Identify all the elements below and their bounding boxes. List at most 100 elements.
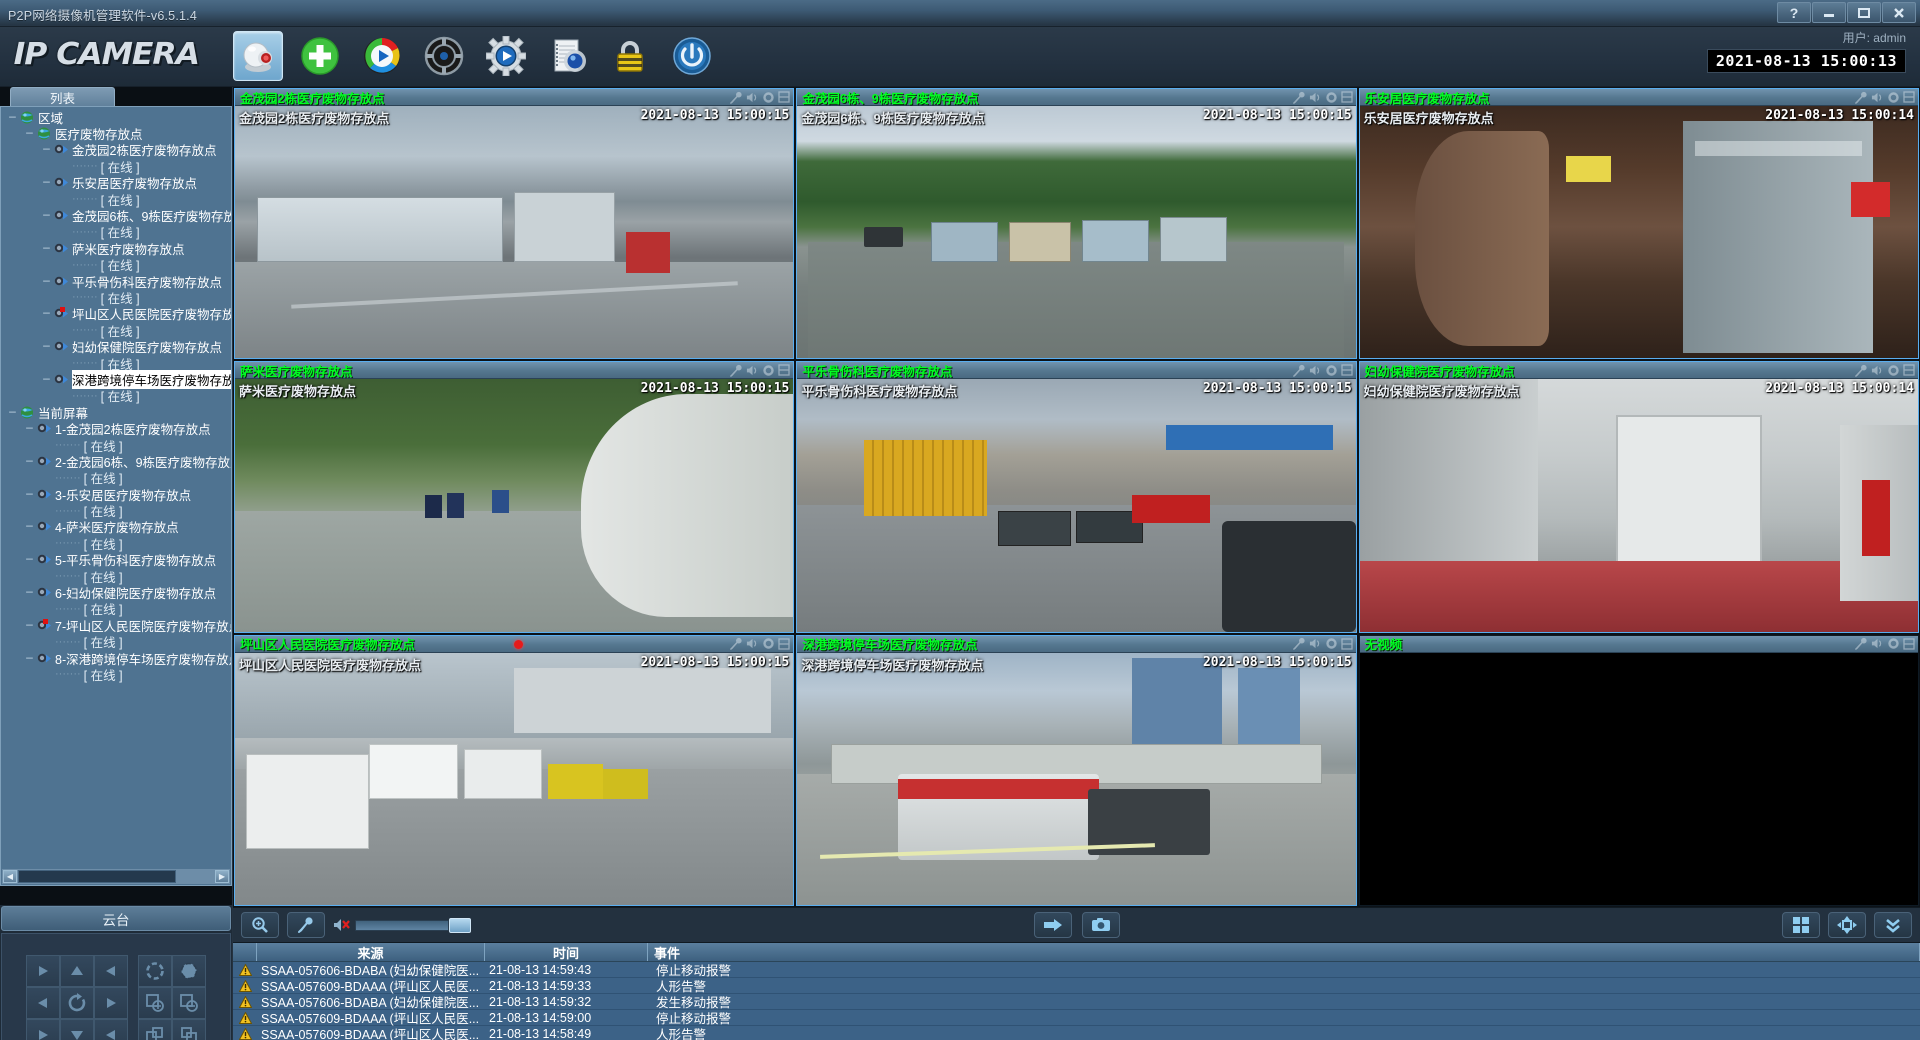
volume-slider[interactable] (333, 917, 471, 933)
video-cell-body[interactable]: 深港跨境停车场医疗废物存放点2021-08-13 15:00:15 (797, 653, 1355, 905)
ptz-up-right-button[interactable] (94, 955, 128, 987)
tree-expander-icon[interactable]: – (41, 177, 52, 188)
ptz-left-button[interactable] (26, 987, 60, 1019)
video-cell-icons[interactable] (1293, 91, 1353, 104)
tree-expander-icon[interactable]: – (41, 144, 52, 155)
collapse-down-button[interactable] (1874, 912, 1912, 938)
video-cell-body[interactable]: 平乐骨伤科医疗废物存放点2021-08-13 15:00:15 (797, 379, 1355, 631)
ptz-header[interactable]: 云台 (1, 906, 231, 931)
video-cell-body[interactable]: 乐安居医疗废物存放点2021-08-13 15:00:14 (1360, 106, 1918, 358)
tree-expander-icon[interactable]: – (24, 128, 35, 139)
tree-expander-icon[interactable]: – (24, 620, 35, 631)
tree-node[interactable]: –6-妇幼保健院医疗废物存放点 (1, 584, 232, 600)
tree-node[interactable]: –坪山区人民医院医疗废物存放点 (1, 306, 232, 322)
tree-node[interactable]: –3-乐安居医疗废物存放点 (1, 486, 232, 502)
focus-near-button[interactable] (138, 1019, 172, 1040)
tree-node[interactable]: –7-坪山区人民医院医疗废物存放点 (1, 617, 232, 633)
ptz-up-left-button[interactable] (26, 955, 60, 987)
event-col-event[interactable]: 事件 (648, 943, 1920, 961)
tree-expander-icon[interactable]: – (24, 456, 35, 467)
tree-expander-icon[interactable]: – (24, 423, 35, 434)
tree-expander-icon[interactable]: – (24, 489, 35, 500)
grid-layout-button[interactable] (1782, 912, 1820, 938)
tree-expander-icon[interactable]: – (24, 653, 35, 664)
maximize-button[interactable] (1847, 2, 1881, 23)
fullscreen-button[interactable] (1828, 912, 1866, 938)
ptz-down-right-button[interactable] (94, 1019, 128, 1040)
iris-open-button[interactable] (138, 955, 172, 987)
tree-node[interactable]: –医疗废物存放点 (1, 125, 232, 141)
tree-expander-icon[interactable]: – (7, 407, 18, 418)
focus-far-button[interactable] (172, 1019, 206, 1040)
video-cell-icons[interactable] (730, 91, 790, 104)
video-cell-icons[interactable] (1855, 637, 1915, 650)
zoom-out-button[interactable] (172, 987, 206, 1019)
tree-node[interactable]: –2-金茂园6栋、9栋医疗废物存放点 (1, 453, 232, 469)
video-cell[interactable]: 金茂园6栋、9栋医疗废物存放点2021-08-13 15:00:15金茂园6栋、… (796, 88, 1356, 359)
toolbar-add-button[interactable] (295, 31, 345, 81)
video-cell-icons[interactable] (1855, 364, 1915, 377)
record-button[interactable] (1034, 912, 1072, 938)
video-cell-icons[interactable] (730, 364, 790, 377)
minimize-button[interactable] (1812, 2, 1846, 23)
tree-node[interactable]: –5-平乐骨伤科医疗废物存放点 (1, 552, 232, 568)
toolbar-logs-button[interactable] (543, 31, 593, 81)
tree-expander-icon[interactable]: – (24, 521, 35, 532)
tree-node[interactable]: –4-萨米医疗废物存放点 (1, 519, 232, 535)
tree-node[interactable]: –萨米医疗废物存放点 (1, 240, 232, 256)
video-cell-icons[interactable] (1293, 364, 1353, 377)
tree-expander-icon[interactable]: – (41, 341, 52, 352)
event-col-source[interactable]: 来源 (257, 943, 485, 961)
tree-expander-icon[interactable]: – (41, 276, 52, 287)
volume-track[interactable] (355, 920, 449, 931)
video-cell-body[interactable]: 坪山区人民医院医疗废物存放点2021-08-13 15:00:15 (235, 653, 793, 905)
tree-horizontal-scrollbar[interactable]: ◀ ▶ (2, 869, 230, 884)
table-row[interactable]: SSAA-057609-BDAAA (坪山区人民医...21-08-13 14:… (233, 1026, 1920, 1040)
tree-expander-icon[interactable]: – (7, 112, 18, 123)
tree-expander-icon[interactable]: – (41, 308, 52, 319)
video-cell-body[interactable]: 金茂园6栋、9栋医疗废物存放点2021-08-13 15:00:15 (797, 106, 1355, 358)
video-cell[interactable]: 坪山区人民医院医疗废物存放点2021-08-13 15:00:15坪山区人民医院… (234, 635, 794, 906)
ptz-auto-button[interactable] (60, 987, 94, 1019)
tree-expander-icon[interactable]: – (41, 210, 52, 221)
tree-node[interactable]: –妇幼保健院医疗废物存放点 (1, 338, 232, 354)
video-cell[interactable]: 平乐骨伤科医疗废物存放点2021-08-13 15:00:15平乐骨伤科医疗废物… (796, 361, 1356, 632)
event-col-time[interactable]: 时间 (485, 943, 648, 961)
ptz-down-button[interactable] (60, 1019, 94, 1040)
tree-node[interactable]: –8-深港跨境停车场医疗废物存放点 (1, 650, 232, 666)
tab-list[interactable]: 列表 (10, 87, 115, 107)
video-cell-body[interactable]: 金茂园2栋医疗废物存放点2021-08-13 15:00:15 (235, 106, 793, 358)
video-cell[interactable]: 乐安居医疗废物存放点2021-08-13 15:00:14乐安居医疗废物存放点 (1359, 88, 1919, 359)
video-cell-icons[interactable] (1855, 91, 1915, 104)
toolbar-power-button[interactable] (667, 31, 717, 81)
video-cell-body[interactable]: 妇幼保健院医疗废物存放点2021-08-13 15:00:14 (1360, 379, 1918, 631)
video-cell[interactable]: 无视频 (1359, 635, 1919, 906)
video-cell[interactable]: 深港跨境停车场医疗废物存放点2021-08-13 15:00:15深港跨境停车场… (796, 635, 1356, 906)
zoom-in-button[interactable] (138, 987, 172, 1019)
scroll-left-button[interactable]: ◀ (3, 870, 17, 883)
scroll-right-button[interactable]: ▶ (215, 870, 229, 883)
snapshot-button[interactable] (1082, 912, 1120, 938)
toolbar-lock-button[interactable] (605, 31, 655, 81)
microphone-button[interactable] (287, 912, 325, 938)
ptz-right-button[interactable] (94, 987, 128, 1019)
toolbar-settings-button[interactable] (481, 31, 531, 81)
video-cell-body[interactable]: 萨米医疗废物存放点2021-08-13 15:00:15 (235, 379, 793, 631)
video-cell[interactable]: 金茂园2栋医疗废物存放点2021-08-13 15:00:15金茂园2栋医疗废物… (234, 88, 794, 359)
tree-expander-icon[interactable]: – (41, 243, 52, 254)
close-button[interactable] (1882, 2, 1916, 23)
help-button[interactable]: ? (1777, 2, 1811, 23)
tree-node[interactable]: –金茂园2栋医疗废物存放点 (1, 142, 232, 158)
video-cell[interactable]: 萨米医疗废物存放点2021-08-13 15:00:15萨米医疗废物存放点 (234, 361, 794, 632)
tree-expander-icon[interactable]: – (41, 374, 52, 385)
tree-node[interactable]: –乐安居医疗废物存放点 (1, 175, 232, 191)
video-cell-icons[interactable] (1293, 637, 1353, 650)
ptz-up-button[interactable] (60, 955, 94, 987)
ptz-down-left-button[interactable] (26, 1019, 60, 1040)
tree-node[interactable]: –区域 (1, 109, 232, 125)
toolbar-filmreel-button[interactable] (419, 31, 469, 81)
toolbar-camera-button[interactable] (233, 31, 283, 81)
tree-node[interactable]: –平乐骨伤科医疗废物存放点 (1, 273, 232, 289)
tree-expander-icon[interactable]: – (24, 554, 35, 565)
tree-node[interactable]: –金茂园6栋、9栋医疗废物存放点 (1, 207, 232, 223)
